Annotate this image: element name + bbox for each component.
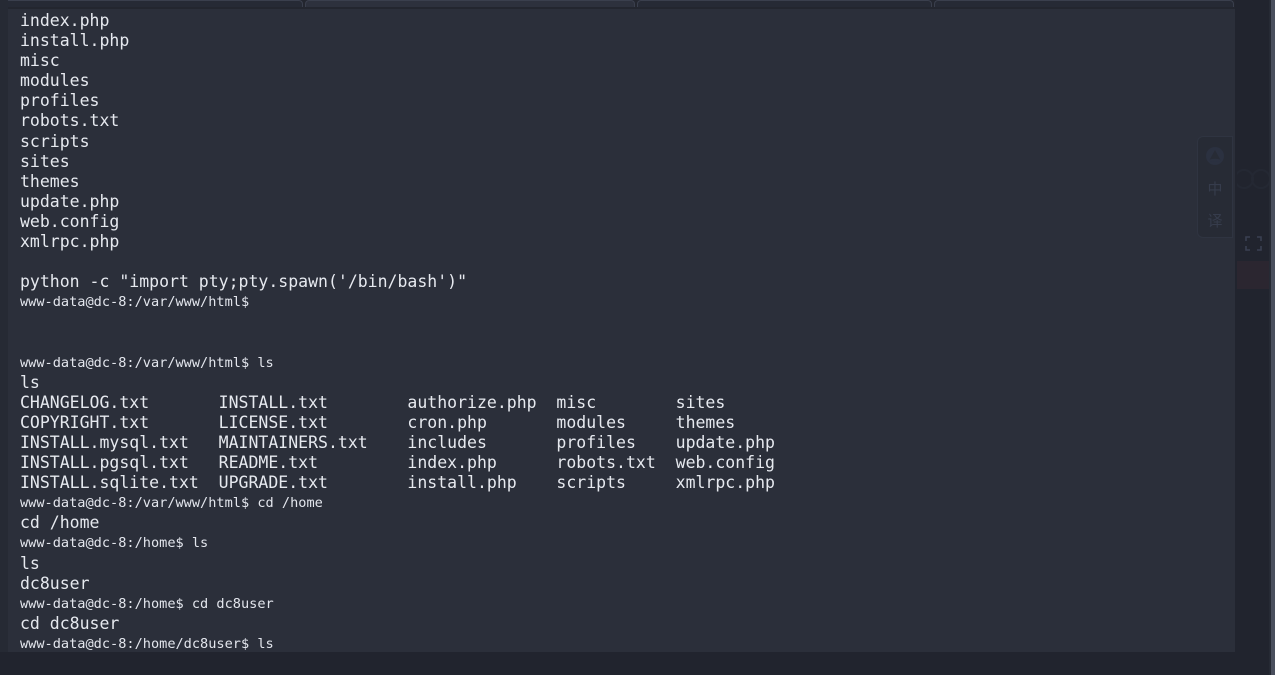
terminal-prompt-line: www-data@dc-8:/var/www/html$ cd /home <box>20 495 323 512</box>
terminal-output-line: INSTALL.mysql.txt MAINTAINERS.txt includ… <box>20 432 775 452</box>
window-bottom-strip <box>0 652 1275 675</box>
terminal-output-line: update.php <box>20 191 120 211</box>
browser-tab-1[interactable] <box>305 0 635 7</box>
terminal-output-line: INSTALL.sqlite.txt UPGRADE.txt install.p… <box>20 473 775 493</box>
translate-side-toolbar[interactable]: 中 译 <box>1197 136 1233 238</box>
terminal-output-line: index.php <box>20 11 110 30</box>
ghost-circles-decoration <box>1234 168 1273 190</box>
terminal-output-line: ls <box>20 553 40 573</box>
window-left-edge <box>0 0 8 675</box>
translate-logo-icon[interactable] <box>1198 140 1232 172</box>
chinese-mode-button[interactable]: 中 <box>1198 172 1232 204</box>
terminal-output-line: ls <box>20 372 40 392</box>
terminal-output-line: cd /home <box>20 513 100 533</box>
terminal-prompt-line: www-data@dc-8:/var/www/html$ <box>20 294 250 311</box>
terminal-prompt-line: www-data@dc-8:/home$ ls <box>20 535 209 552</box>
fullscreen-expand-icon[interactable] <box>1245 236 1262 251</box>
terminal-output-line: install.php <box>20 31 130 51</box>
terminal-output-line: scripts <box>20 131 90 151</box>
terminal-output-line: themes <box>20 171 80 191</box>
terminal-output-line: INSTALL.pgsql.txt README.txt index.php r… <box>20 453 775 473</box>
terminal-prompt-line: www-data@dc-8:/var/www/html$ ls <box>20 354 274 371</box>
terminal-output-line: CHANGELOG.txt INSTALL.txt authorize.php … <box>20 392 726 412</box>
terminal-output-line: misc <box>20 51 60 71</box>
terminal-output-line: web.config <box>20 211 120 231</box>
terminal-output-line: profiles <box>20 91 100 111</box>
terminal-output-line: cd dc8user <box>20 613 120 633</box>
terminal-window[interactable]: index.php install.php misc modules profiles r… <box>8 9 1235 652</box>
terminal-output[interactable]: index.php install.php misc modules profiles r… <box>8 9 1235 652</box>
window-scrollbar[interactable] <box>1271 0 1275 675</box>
browser-tab-0[interactable] <box>3 0 303 7</box>
translate-button[interactable]: 译 <box>1198 204 1232 236</box>
terminal-output-line: dc8user <box>20 573 90 593</box>
browser-tab-2[interactable] <box>637 0 932 7</box>
terminal-prompt-line: www-data@dc-8:/home$ cd dc8user <box>20 595 274 612</box>
screen-root: Kali LinuxKali ToolsKali DocsKali Forums… <box>0 0 1275 675</box>
terminal-output-line: sites <box>20 151 70 171</box>
terminal-output-line: xmlrpc.php <box>20 232 120 252</box>
rail-color-swatch <box>1237 261 1273 289</box>
browser-tabstrip[interactable] <box>0 0 1275 7</box>
browser-tab-3[interactable] <box>934 0 1234 7</box>
right-rail <box>1234 0 1275 675</box>
terminal-output-line: robots.txt <box>20 111 120 131</box>
terminal-prompt-line: www-data@dc-8:/home/dc8user$ ls <box>20 635 274 652</box>
terminal-output-line: modules <box>20 71 90 91</box>
terminal-output-line: python -c "import pty;pty.spawn('/bin/ba… <box>20 272 468 292</box>
terminal-output-line: COPYRIGHT.txt LICENSE.txt cron.php modul… <box>20 412 736 432</box>
